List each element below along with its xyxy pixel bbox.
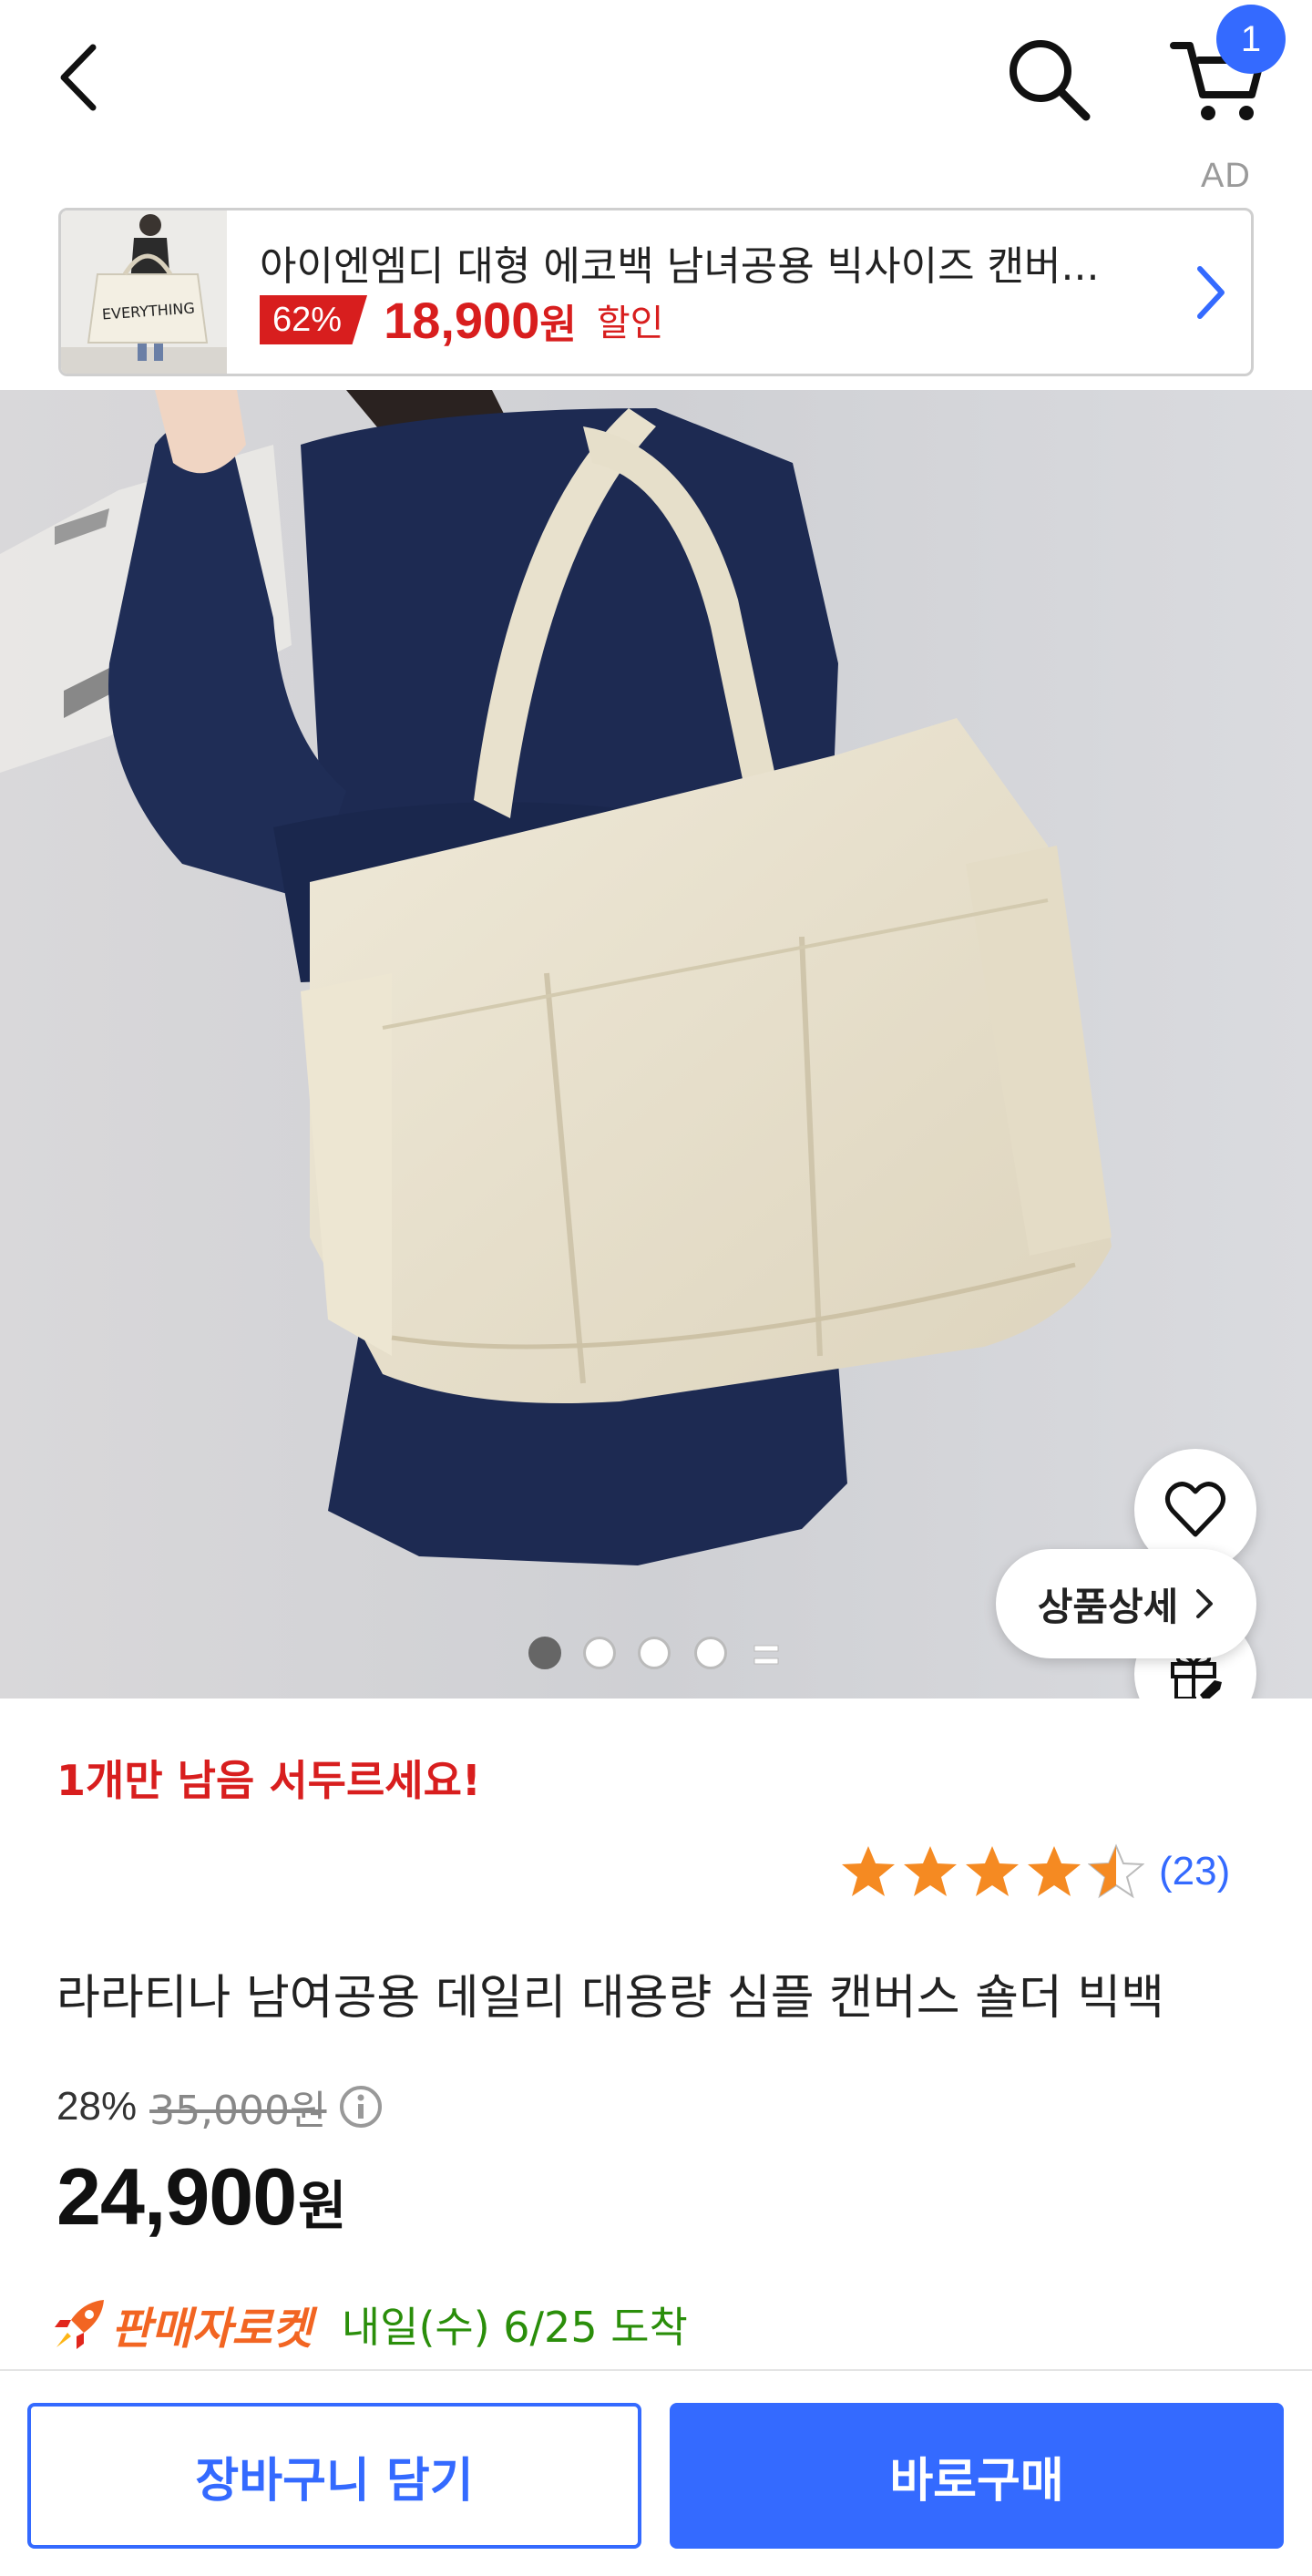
ad-sale-label: 할인 [596, 303, 664, 344]
star-full-icon [1028, 1846, 1081, 1896]
review-count: (23) [1159, 1849, 1231, 1894]
ad-price-row: 62% 18,900원 할인 [260, 291, 664, 349]
carousel-dot[interactable] [528, 1637, 561, 1669]
carousel-dot[interactable] [694, 1637, 727, 1669]
star-full-icon [904, 1846, 957, 1896]
delivery-info: 판매자로켓 내일(수) 6/25 도착 [51, 2293, 688, 2356]
carousel-dot[interactable] [583, 1637, 616, 1669]
carousel-pagination [0, 1637, 1312, 1673]
add-to-cart-button[interactable]: 장바구니 담기 [27, 2403, 641, 2549]
back-button[interactable] [53, 36, 108, 118]
sale-price-row: 24,900 원 [56, 2150, 347, 2243]
delivery-date: 내일(수) 6/25 도착 [341, 2303, 688, 2352]
product-title: 라라티나 남여공용 데일리 대용량 심플 캔버스 숄더 빅백 [56, 1971, 1165, 2026]
ad-discount-badge: 62% [260, 295, 368, 344]
rating-summary[interactable]: (23) [840, 1842, 1230, 1901]
ad-label: AD [1201, 157, 1251, 195]
heart-icon [1165, 1482, 1225, 1537]
product-detail-label: 상품상세 [1037, 1584, 1179, 1629]
star-full-icon [842, 1846, 895, 1896]
product-photo: B [0, 390, 1312, 1699]
product-image-carousel[interactable]: B [0, 390, 1312, 1699]
search-button[interactable] [1002, 33, 1093, 124]
chevron-right-icon [1196, 1589, 1214, 1618]
rocket-icon [55, 2300, 104, 2349]
info-icon[interactable] [338, 2084, 384, 2130]
bottom-action-bar: 장바구니 담기 바로구매 [0, 2369, 1312, 2576]
chevron-right-icon [1197, 266, 1225, 319]
sale-price: 24,900 [56, 2151, 297, 2242]
original-price-row: 28% 35,000원 [56, 2079, 384, 2134]
seller-rocket-badge: 판매자로켓 [111, 2304, 313, 2355]
ad-banner[interactable]: EVERYTHING 아이엔엠디 대형 에코백 남녀공용 빅사이즈 캔버... … [58, 208, 1254, 376]
buy-now-button[interactable]: 바로구매 [670, 2403, 1284, 2549]
chevron-left-icon [60, 44, 97, 111]
star-full-icon [966, 1846, 1019, 1896]
search-icon [1010, 40, 1091, 121]
ad-thumbnail: EVERYTHING [61, 210, 227, 374]
more-images-icon[interactable] [753, 1642, 780, 1669]
ad-title: 아이엔엠디 대형 에코백 남녀공용 빅사이즈 캔버... [260, 243, 1100, 290]
original-price: 35,000원 [149, 2088, 327, 2134]
stock-alert: 1개만 남음 서두르세요! [56, 1756, 481, 1805]
ad-price: 18,900원 [384, 291, 577, 349]
cart-count-badge: 1 [1216, 5, 1286, 74]
carousel-dot[interactable] [638, 1637, 671, 1669]
sale-price-unit: 원 [298, 2175, 347, 2237]
top-header: 1 [0, 0, 1312, 155]
discount-rate: 28% [56, 2084, 138, 2129]
star-half-icon [1088, 1843, 1144, 1899]
